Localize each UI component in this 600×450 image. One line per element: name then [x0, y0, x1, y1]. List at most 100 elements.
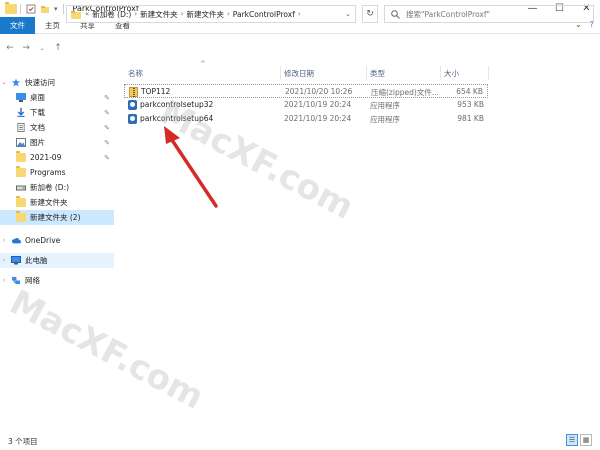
file-name: TOP112 [141, 87, 171, 96]
nav-onedrive[interactable]: › OneDrive [0, 233, 114, 248]
pin-icon[interactable]: ✎ [104, 154, 110, 162]
file-type: 压缩(zipped)文件... [371, 88, 439, 97]
folder-icon [71, 10, 81, 19]
status-bar: 3 个项目 [0, 432, 600, 450]
file-date: 2021/10/19 20:24 [284, 114, 352, 123]
tab-file[interactable]: 文件 [0, 16, 35, 34]
search-icon [391, 9, 400, 19]
nav-item-desktop[interactable]: 桌面 ✎ [0, 90, 114, 105]
star-icon [11, 78, 21, 87]
new-folder-icon[interactable] [40, 4, 50, 14]
file-size: 953 KB [457, 100, 484, 109]
large-icons-view-icon: ▦ [582, 436, 590, 444]
nav-item-pictures[interactable]: 图片 ✎ [0, 135, 114, 150]
arrow-up-icon: ↑ [54, 43, 62, 53]
column-header-type[interactable]: 类型 [366, 66, 440, 80]
nav-item-new-folder-2[interactable]: 新建文件夹 (2) [0, 210, 114, 225]
chevron-down-icon[interactable]: ⌄ [345, 10, 351, 18]
column-header-date[interactable]: 修改日期 [280, 66, 366, 80]
chevron-right-icon[interactable]: › [0, 237, 8, 244]
refresh-button[interactable]: ↻ [362, 5, 378, 23]
folder-icon [5, 1, 17, 14]
chevron-right-icon[interactable]: › [181, 10, 184, 18]
tab-home[interactable]: 主页 [35, 17, 70, 34]
overflow-icon[interactable]: « [85, 10, 89, 18]
nav-label: 下载 [30, 108, 45, 117]
exe-icon [128, 100, 137, 110]
divider [20, 3, 21, 14]
column-header-size[interactable]: 大小 [440, 66, 488, 80]
file-date: 2021/10/19 20:24 [284, 100, 352, 109]
up-button[interactable]: ↑ [52, 42, 64, 54]
properties-icon[interactable] [26, 4, 36, 14]
address-row: ← → ⌄ ↑ [0, 34, 600, 62]
zip-icon [129, 87, 138, 97]
refresh-icon: ↻ [366, 9, 374, 19]
file-date: 2021/10/20 10:26 [285, 87, 353, 96]
details-view-icon: ☰ [568, 436, 576, 444]
breadcrumb-current[interactable]: ParkControlProxf [233, 10, 295, 19]
file-type: 应用程序 [370, 101, 400, 110]
nav-item-new-folder[interactable]: 新建文件夹 [0, 195, 114, 210]
nav-label: 此电脑 [25, 256, 48, 265]
pin-icon[interactable]: ✎ [104, 124, 110, 132]
desktop-icon [16, 93, 26, 102]
column-divider[interactable] [488, 66, 489, 80]
search-box[interactable] [384, 5, 594, 23]
nav-label: 桌面 [30, 93, 45, 102]
file-size: 654 KB [456, 87, 483, 96]
recent-locations-button[interactable]: ⌄ [36, 42, 48, 54]
chevron-right-icon[interactable]: › [0, 257, 8, 264]
back-button[interactable]: ← [4, 42, 16, 54]
breadcrumb-folder-2[interactable]: 新建文件夹 [186, 9, 224, 20]
folder-icon [16, 196, 26, 207]
nav-label: 新建文件夹 [30, 198, 68, 207]
search-input[interactable] [406, 9, 591, 19]
chevron-down-icon: ⌄ [39, 44, 45, 52]
nav-network[interactable]: › 网络 [0, 273, 114, 288]
exe-icon [128, 114, 137, 124]
folder-icon [16, 211, 26, 222]
arrow-left-icon: ← [6, 43, 14, 53]
computer-icon [11, 256, 21, 265]
chevron-right-icon[interactable]: › [227, 10, 230, 18]
nav-label: 新加卷 (D:) [30, 183, 70, 192]
picture-icon [16, 138, 26, 147]
file-type: 应用程序 [370, 115, 400, 124]
nav-label: OneDrive [25, 236, 61, 245]
address-bar[interactable]: « 新加卷 (D:) › 新建文件夹 › 新建文件夹 › ParkControl… [66, 5, 356, 23]
details-view-button[interactable]: ☰ [566, 434, 578, 446]
nav-label: 快速访问 [25, 78, 55, 87]
forward-button[interactable]: → [20, 42, 32, 54]
chevron-right-icon[interactable]: › [0, 277, 8, 284]
nav-item-documents[interactable]: 文档 ✎ [0, 120, 114, 135]
item-count: 3 个项目 [8, 436, 38, 446]
nav-label: 图片 [30, 138, 45, 147]
customize-qa-icon[interactable]: ▾ [54, 5, 58, 13]
pin-icon[interactable]: ✎ [104, 109, 110, 117]
nav-label: 文档 [30, 123, 45, 132]
file-size: 981 KB [457, 114, 484, 123]
nav-item-programs[interactable]: Programs [0, 165, 114, 180]
column-header-name[interactable]: 名称 [124, 66, 280, 80]
nav-this-pc[interactable]: › 此电脑 [0, 253, 114, 268]
nav-item-2021-09[interactable]: 2021-09 ✎ [0, 150, 114, 165]
chevron-right-icon[interactable]: › [298, 10, 301, 18]
pin-icon[interactable]: ✎ [104, 94, 110, 102]
drive-icon [16, 185, 26, 191]
pin-icon[interactable]: ✎ [104, 139, 110, 147]
nav-quick-access[interactable]: ⌄ 快速访问 [0, 75, 114, 90]
chevron-down-icon[interactable]: ⌄ [0, 79, 8, 86]
large-icons-view-button[interactable]: ▦ [580, 434, 592, 446]
nav-item-downloads[interactable]: 下载 ✎ [0, 105, 114, 120]
view-switcher: ☰ ▦ [566, 434, 592, 446]
navigation-pane: ⌄ 快速访问 桌面 ✎ 下载 ✎ 文档 ✎ 图片 ✎ 2021-09 ✎ Pro… [0, 68, 118, 428]
nav-label: 2021-09 [30, 153, 62, 162]
chevron-right-icon[interactable]: › [134, 10, 137, 18]
nav-item-drive-d[interactable]: 新加卷 (D:) [0, 180, 114, 195]
document-icon [17, 123, 25, 132]
nav-label: Programs [30, 168, 66, 177]
breadcrumb-folder-1[interactable]: 新建文件夹 [140, 9, 178, 20]
breadcrumb-drive[interactable]: 新加卷 (D:) [92, 9, 131, 20]
download-icon [17, 108, 25, 117]
